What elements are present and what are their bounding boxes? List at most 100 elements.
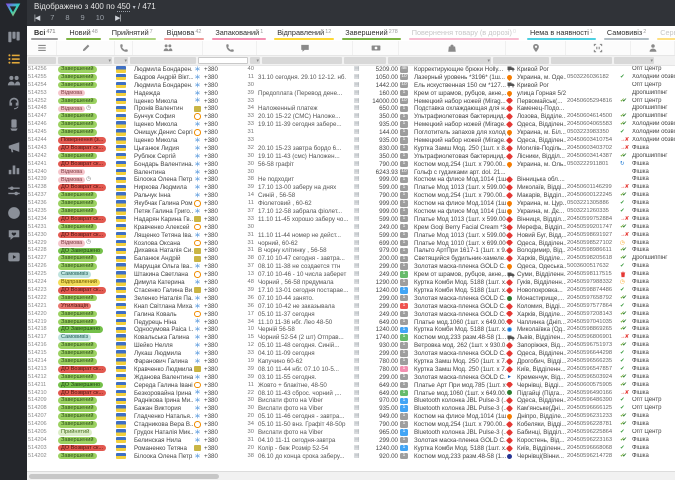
first-page-button[interactable]: |◀: [34, 14, 39, 22]
filter-box[interactable]: ▾: [388, 57, 491, 64]
order-row[interactable]: 514216ЗавершенийШейко Нелля+3801205.10 1…: [27, 342, 675, 350]
filter-box[interactable]: ▾: [58, 57, 112, 64]
order-row[interactable]: 514244Повернення (з...Іщенко Микола+3803…: [27, 137, 675, 145]
order-row[interactable]: 514224ВідправленийДимула Катерина+38048Ч…: [27, 279, 675, 287]
sidebar-item-counterparties-icon[interactable]: [7, 96, 21, 110]
status-tab[interactable]: Відмова42: [160, 26, 209, 41]
order-row[interactable]: 514239Відмова◷Білоока Олена Петр...+3803…: [27, 176, 675, 184]
order-row[interactable]: 514238ДО Возврат ск...Ниркова Людмила+38…: [27, 184, 675, 192]
order-row[interactable]: 514225СамовивізШтакина Светлана+3801307.…: [27, 271, 675, 279]
column-status-header[interactable]: [57, 41, 115, 55]
order-row[interactable]: 514254ЗавершенийЛюдмила Бондарен...+3803…: [27, 82, 675, 90]
sidebar-item-calls-icon[interactable]: [7, 118, 21, 132]
order-row[interactable]: 514240ВідмоваВалентина+38030▤6243.9310Го…: [27, 169, 675, 177]
order-row[interactable]: 514215ЗавершенийЛукаш Людмила+3803304.10…: [27, 350, 675, 358]
column-phone-header[interactable]: [203, 41, 257, 55]
sidebar-item-orders-icon[interactable]: [7, 52, 21, 66]
filter-box[interactable]: ▾: [114, 57, 128, 64]
order-row[interactable]: 514229Відмова◷Козлова Оксана+38031чорний…: [27, 240, 675, 248]
page-number-button[interactable]: 9: [81, 13, 85, 22]
order-row[interactable]: 514252ЗавершенийІщенко Микола+38033▤1400…: [27, 98, 675, 106]
column-id-header[interactable]: [27, 41, 57, 55]
filter-dropdown-icon[interactable]: ▾: [487, 57, 490, 65]
order-row[interactable]: 514248Відмова◷Пронів Валентин+38034Налож…: [27, 105, 675, 113]
order-row[interactable]: 514241ДО Возврат ск...Бондарь Валентина.…: [27, 161, 675, 169]
order-row[interactable]: 514230ДО Возврат ск...Лященко Тетяна Іва…: [27, 232, 675, 240]
order-row[interactable]: 514212ЗавершенийЖданова Валентина+380390…: [27, 374, 675, 382]
status-tab[interactable]: Самовивіз2: [600, 26, 653, 41]
filter-box[interactable]: [28, 57, 56, 64]
status-tab[interactable]: Сервіси0: [653, 26, 675, 41]
page-number-button[interactable]: 10: [96, 13, 104, 22]
status-tab[interactable]: Завершений278: [338, 26, 404, 41]
order-row[interactable]: 514221УтилізаціяКнап Світлана Миха...+38…: [27, 303, 675, 311]
column-channel-header[interactable]: [115, 41, 133, 55]
order-row[interactable]: 514217СамовивізКовальська Галина+38015Чо…: [27, 334, 675, 342]
filter-input[interactable]: [198, 57, 248, 64]
order-row[interactable]: 514222ЗавершенийЗеленко Наталія Па...+38…: [27, 295, 675, 303]
sidebar-item-support-icon[interactable]: [7, 228, 21, 242]
order-row[interactable]: 514236ЗавершенийЯкубчак Галина Ром...+38…: [27, 200, 675, 208]
status-tab[interactable]: Новий48: [62, 26, 104, 41]
order-row[interactable]: 514220ЗавершенийГалина Коваль+3801705.10…: [27, 311, 675, 319]
status-tab[interactable]: Запакований1: [208, 26, 270, 41]
filter-dropdown-icon[interactable]: ▾: [124, 57, 127, 65]
sidebar-item-settings-icon[interactable]: [7, 184, 21, 198]
order-row[interactable]: 514214ЗавершенийФаранович Галина+38019Ка…: [27, 358, 675, 366]
order-row[interactable]: 514245ЗавершенийОнищук Денис Сергі...+38…: [27, 129, 675, 137]
filter-dropdown-icon[interactable]: ▾: [650, 57, 653, 65]
column-manager-header[interactable]: [631, 41, 675, 55]
order-row[interactable]: 514213ДО Возврат ск...Кравченко Людмила+…: [27, 366, 675, 374]
sidebar-item-statistics-icon[interactable]: [7, 162, 21, 176]
order-row[interactable]: 514210ДО Возврат ск...Безкоровайна Ірина…: [27, 390, 675, 398]
order-row[interactable]: 514211ДО ЗавершеноСереда Галина Івані...…: [27, 382, 675, 390]
column-client-header[interactable]: [133, 41, 203, 55]
column-payment-header[interactable]: [353, 41, 399, 55]
last-page-button[interactable]: ▶|: [115, 14, 120, 22]
page-size-dropdown[interactable]: 450: [117, 2, 130, 12]
order-row[interactable]: 514203ДО Возврат ск...Романенко Тетяна+3…: [27, 445, 675, 453]
order-row[interactable]: 514247ЗавершенийБунчук София+3803320.10 …: [27, 113, 675, 121]
filter-dropdown-icon[interactable]: ▾: [256, 57, 259, 65]
status-tab[interactable]: Повернення товару (в дорозі)0: [405, 26, 523, 41]
order-row[interactable]: 514218ДО ЗавершеноОдносумова Раіса І...+…: [27, 326, 675, 334]
order-row[interactable]: 514219ЗавершенийПедурець Ніна+3803411.10…: [27, 319, 675, 327]
order-row[interactable]: 514223ДО Возврат ск...Стасенко Галина Ви…: [27, 287, 675, 295]
sidebar-item-marketing-icon[interactable]: [7, 140, 21, 154]
filter-box[interactable]: [344, 57, 386, 64]
order-row[interactable]: 514209ЗавершенийРаднікова Ірина Ми...+38…: [27, 397, 675, 405]
order-row[interactable]: 514231ЗавершенийКравченко Алексей+38030▤…: [27, 224, 675, 232]
column-comment-header[interactable]: [257, 41, 353, 55]
order-row[interactable]: 514206ЗавершенийСтадникова Вера В...+380…: [27, 421, 675, 429]
order-row[interactable]: 514205ПрийнятийГрудок Наталія Мик...+380…: [27, 429, 675, 437]
order-row[interactable]: 514253ВідмоваНадежда+38039Предоплата (Пе…: [27, 90, 675, 98]
sidebar-item-kanban-icon[interactable]: [7, 30, 21, 44]
order-row[interactable]: 514242ЗавершенийРублюк Сергій+3803019.10…: [27, 153, 675, 161]
order-row[interactable]: 514202ЗавершенийБілоока Олена Петр...+38…: [27, 453, 675, 461]
page-number-button[interactable]: 8: [65, 13, 69, 22]
status-tab[interactable]: Прийнятий7: [105, 26, 160, 41]
order-row[interactable]: 514235ЗавершенийПетяк Галина Григо...+38…: [27, 208, 675, 216]
filter-box[interactable]: ▾: [250, 57, 260, 64]
column-product-header[interactable]: [399, 41, 506, 55]
app-logo[interactable]: [4, 2, 22, 18]
order-row[interactable]: 514208ЗавершенийБажан Виктория+38030Висл…: [27, 405, 675, 413]
filter-box[interactable]: [551, 57, 612, 64]
sidebar-item-video-tutorials-icon[interactable]: [7, 250, 21, 264]
scrollbar-thumb[interactable]: [29, 474, 219, 479]
page-number-button[interactable]: 7: [50, 13, 54, 22]
order-row[interactable]: 514237ЗавершенийРальчук Інна+38014Синій …: [27, 192, 675, 200]
status-tab[interactable]: Нема в наявності1: [523, 26, 600, 41]
order-row[interactable]: 514256ЗавершенийЛюдмила Бондарен...+3804…: [27, 66, 675, 74]
filter-box[interactable]: [130, 57, 196, 64]
status-tab[interactable]: Відправлений12: [270, 26, 338, 41]
sidebar-item-info-icon[interactable]: [7, 206, 21, 220]
order-row[interactable]: 514255ЗавершенийБадров Андрій Вікт...+38…: [27, 74, 675, 82]
order-row[interactable]: 514204ЗавершенийБелинская Нила+3803104.1…: [27, 437, 675, 445]
filter-box[interactable]: [493, 57, 549, 64]
column-ttn-header[interactable]: [566, 41, 631, 55]
column-delivery-header[interactable]: [506, 41, 566, 55]
order-row[interactable]: 514226ЗавершенийМарущак Ольга Іва...+380…: [27, 263, 675, 271]
order-row[interactable]: 514246ЗавершенийІщенко Микола+3803319.10…: [27, 121, 675, 129]
order-row[interactable]: 514207ЗавершенийГладченко Наталья...+380…: [27, 413, 675, 421]
